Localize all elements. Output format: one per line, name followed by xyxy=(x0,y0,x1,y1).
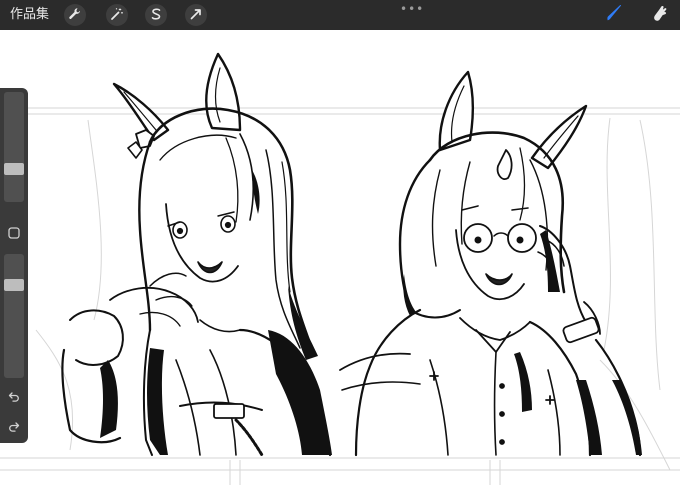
modify-button[interactable] xyxy=(4,224,24,242)
line-art-illustration xyxy=(0,52,680,485)
brush-size-slider[interactable] xyxy=(4,92,24,202)
brush-tool-button[interactable] xyxy=(602,4,626,26)
left-sidebar xyxy=(0,88,28,443)
selection-s-icon xyxy=(149,6,163,25)
smudge-icon xyxy=(650,3,670,27)
undo-button[interactable] xyxy=(4,388,24,406)
redo-button[interactable] xyxy=(4,418,24,436)
drawing-canvas[interactable] xyxy=(0,30,680,485)
transform-button[interactable] xyxy=(185,4,207,26)
magic-wand-icon xyxy=(110,6,124,25)
opacity-thumb[interactable] xyxy=(4,279,24,291)
wrench-icon xyxy=(68,6,82,25)
square-icon xyxy=(8,224,20,243)
adjustments-button[interactable] xyxy=(106,4,128,26)
transform-arrow-icon xyxy=(189,6,203,25)
redo-icon xyxy=(8,418,20,437)
brush-icon xyxy=(604,3,624,27)
undo-icon xyxy=(8,388,20,407)
more-options-handle[interactable]: ••• xyxy=(400,2,424,16)
smudge-tool-button[interactable] xyxy=(648,4,672,26)
gallery-button[interactable]: 作品集 xyxy=(10,6,49,24)
brush-size-thumb[interactable] xyxy=(4,163,24,175)
actions-button[interactable] xyxy=(64,4,86,26)
selection-button[interactable] xyxy=(145,4,167,26)
opacity-slider[interactable] xyxy=(4,254,24,378)
top-toolbar: 作品集 ••• xyxy=(0,0,680,30)
